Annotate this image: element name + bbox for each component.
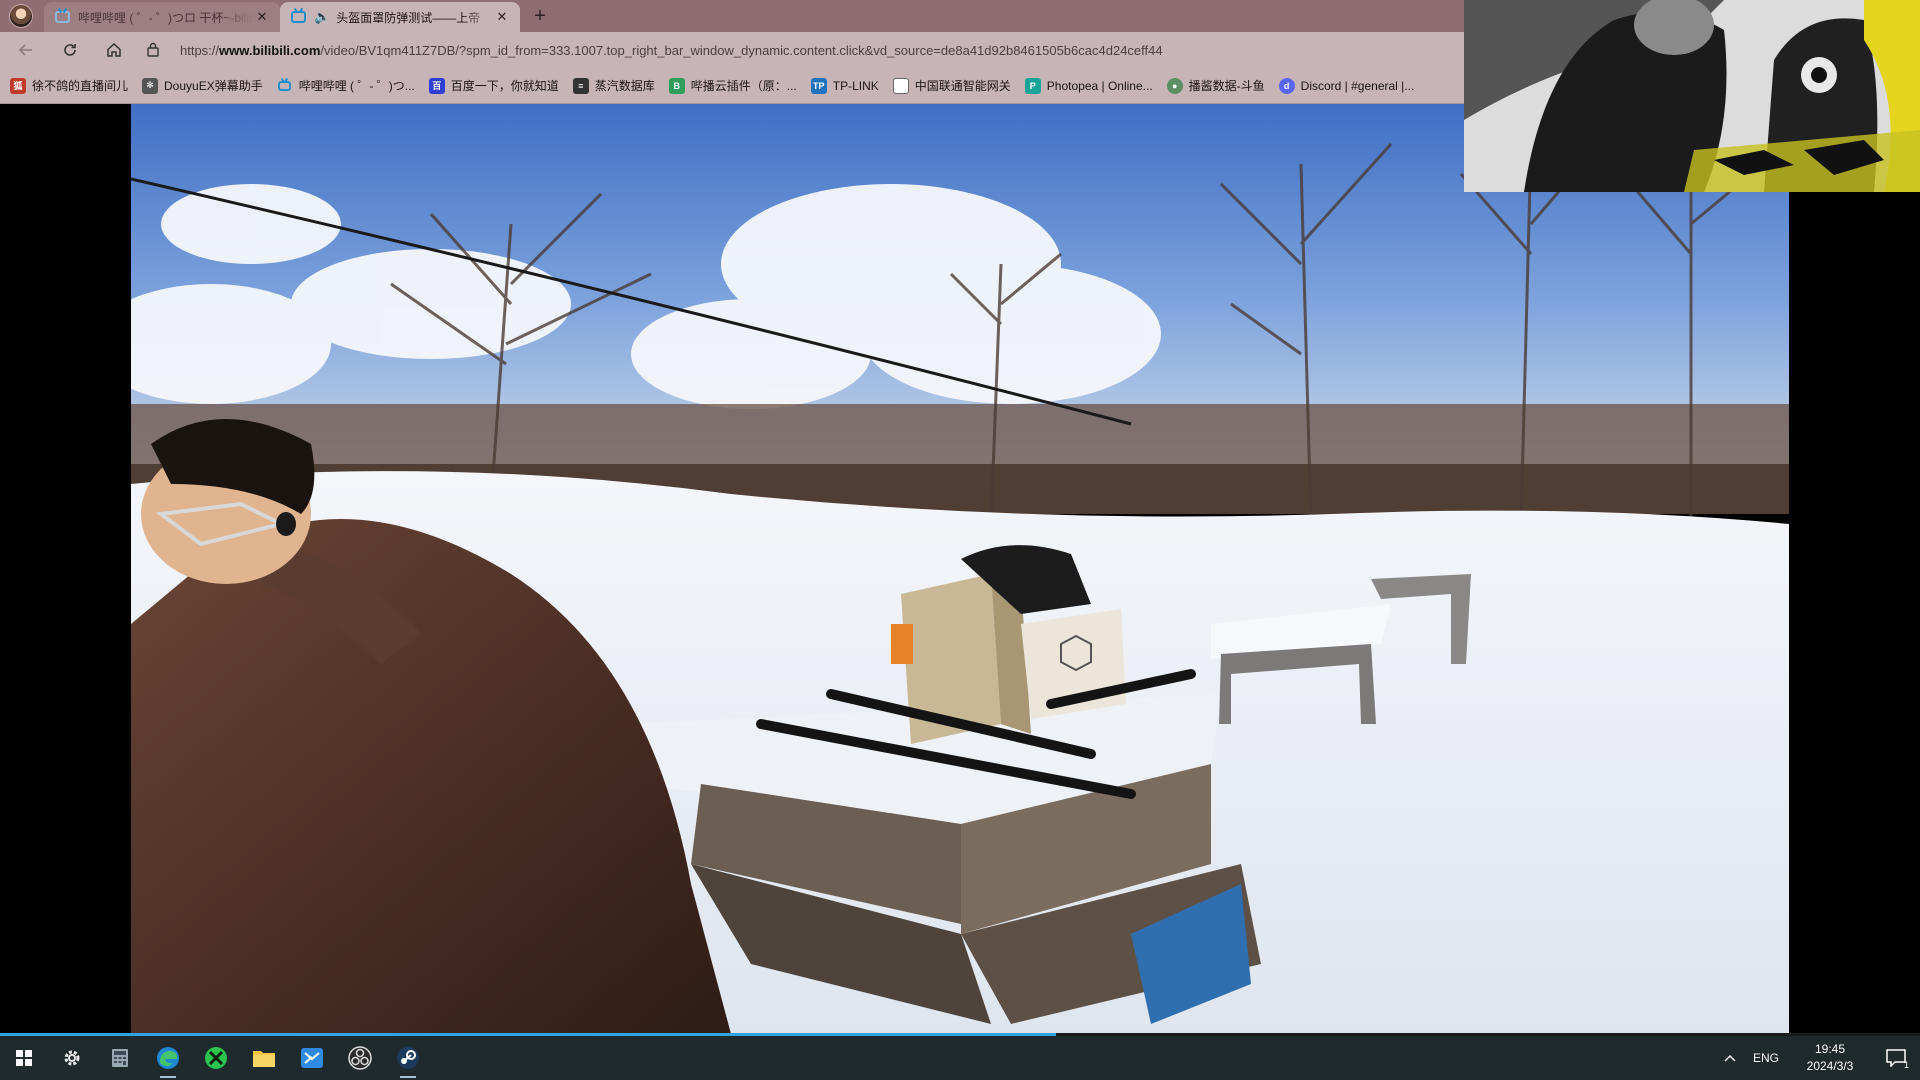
bookmark-label: 中国联通智能网关 (914, 79, 1011, 93)
back-button[interactable] (8, 35, 44, 65)
bookmark-label: 哔哩哔哩 ( ゜- ゜)つ... (298, 79, 415, 93)
home-icon (107, 42, 121, 57)
tab-video[interactable]: 🔈 头盔面罩防弹测试——上帝 ✕ (280, 2, 520, 32)
bookmark-label: DouyuEX弹幕助手 (164, 79, 263, 93)
globe-icon: ● (1166, 77, 1183, 94)
clock-time: 19:45 (1814, 1042, 1846, 1056)
reload-icon (64, 44, 76, 56)
baidu-icon: 百 (428, 77, 445, 94)
bookmark-item[interactable]: 中国联通智能网关 (892, 77, 1011, 94)
video-scene (131, 104, 1789, 1034)
wheel-icon: ✻ (142, 77, 159, 94)
database-icon: ≡ (572, 77, 589, 94)
url-host: www.bilibili.com (219, 42, 321, 58)
floating-video-overlay[interactable] (1464, 0, 1920, 192)
bookmark-item[interactable]: ● 播酱数据-斗鱼 (1166, 77, 1265, 94)
page-icon (892, 77, 909, 94)
tab-strip: 哔哩哔哩 ( ゜- ゜)つロ 干杯~-bilibili ✕ 🔈 头盔面罩防弹测试… (0, 0, 1464, 32)
file-explorer-icon[interactable] (240, 1036, 288, 1080)
url-path: /video/BV1qm411Z7DB/?spm_id_from=333.100… (320, 42, 1163, 58)
browser-toolbar: https://www.bilibili.com/video/BV1qm411Z… (0, 32, 1464, 68)
reload-button[interactable] (52, 35, 88, 65)
bookmark-label: 徐不鸽的直播间儿 (32, 79, 129, 93)
input-language[interactable]: ENG (1744, 1051, 1788, 1065)
new-tab-button[interactable]: + (526, 2, 554, 30)
notification-count: 1 (1903, 1060, 1909, 1070)
bookmarks-bar: 狐徐不鸽的直播间儿 ✻ DouyuEX弹幕助手 哔哩哔哩 ( ゜- ゜)つ... … (0, 68, 1464, 104)
bilibili-tab-icon (290, 9, 306, 25)
back-arrow-icon (18, 44, 32, 56)
bookmark-label: TP-LINK (832, 78, 879, 93)
lock-icon[interactable] (146, 41, 168, 60)
clock[interactable]: 19:45 2024/3/3 (1788, 1041, 1872, 1075)
settings-icon[interactable] (48, 1036, 96, 1080)
bookmark-item[interactable]: B 哔播云插件（原：... (668, 77, 797, 94)
show-hidden-icons-icon[interactable] (1716, 1051, 1744, 1065)
xbox-icon[interactable] (192, 1036, 240, 1080)
browser-window: 哔哩哔哩 ( ゜- ゜)つロ 干杯~-bilibili ✕ 🔈 头盔面罩防弹测试… (0, 0, 1464, 104)
taskbar: ENG 19:45 2024/3/3 1 (0, 1036, 1920, 1080)
bookmark-label: 蒸汽数据库 (594, 79, 655, 93)
home-button[interactable] (96, 35, 132, 65)
screen: 哔哩哔哩 ( ゜- ゜)つロ 干杯~-bilibili ✕ 🔈 头盔面罩防弹测试… (0, 0, 1920, 1080)
bookmark-label: Discord | #general |... (1300, 78, 1415, 93)
bookmark-label: 百度一下，你就知道 (450, 79, 559, 93)
video-player[interactable] (0, 104, 1920, 1036)
notifications-button[interactable]: 1 (1872, 1036, 1920, 1080)
bookmark-label: 播酱数据-斗鱼 (1188, 79, 1265, 93)
bookmark-item[interactable]: 狐徐不鸽的直播间儿 (10, 77, 128, 94)
video-frame[interactable] (131, 104, 1789, 1034)
bookmark-item[interactable]: 哔哩哔哩 ( ゜- ゜)つ... (277, 77, 415, 94)
bookmark-item[interactable]: TP TP-LINK (810, 77, 879, 94)
tab-title: 哔哩哔哩 ( ゜- ゜)つロ 干杯~-bilibili (78, 10, 254, 25)
address-bar[interactable]: https://www.bilibili.com/video/BV1qm411Z… (140, 35, 1456, 65)
tab-title: 头盔面罩防弹测试——上帝 (336, 10, 481, 25)
steam-icon[interactable] (384, 1036, 432, 1080)
url-scheme: https:// (180, 42, 220, 58)
photopea-icon: P (1024, 77, 1041, 94)
bookmark-item[interactable]: P Photopea | Online... (1024, 77, 1153, 94)
bookmark-item[interactable]: ≡ 蒸汽数据库 (572, 77, 655, 94)
mail-icon[interactable] (288, 1036, 336, 1080)
edge-icon[interactable] (144, 1036, 192, 1080)
fox-icon: 狐 (10, 77, 26, 94)
bookmark-label: 哔播云插件（原：... (690, 79, 797, 93)
overlay-artwork (1464, 0, 1920, 192)
tab-bilibili-home[interactable]: 哔哩哔哩 ( ゜- ゜)つロ 干杯~-bilibili ✕ (44, 2, 280, 32)
tplink-icon: TP (810, 77, 827, 94)
bookmark-item[interactable]: 百百度一下，你就知道 (428, 77, 559, 94)
bilibili-icon (277, 78, 293, 94)
avatar (9, 4, 33, 28)
clock-date: 2024/3/3 (1806, 1059, 1854, 1073)
bookmark-label: Photopea | Online... (1046, 78, 1153, 93)
bookmark-item[interactable]: ✻ DouyuEX弹幕助手 (142, 77, 263, 94)
system-tray: ENG 19:45 2024/3/3 1 (1716, 1036, 1920, 1080)
close-tab-icon[interactable]: ✕ (254, 9, 270, 25)
speaker-icon[interactable]: 🔈 (314, 9, 330, 25)
profile-button[interactable] (6, 1, 36, 31)
plugin-icon: B (668, 77, 685, 94)
windows-start-icon[interactable] (0, 1036, 48, 1080)
calculator-icon[interactable] (96, 1036, 144, 1080)
bilibili-tab-icon (54, 9, 70, 25)
obs-icon[interactable] (336, 1036, 384, 1080)
bookmark-item[interactable]: d Discord | #general |... (1278, 77, 1415, 94)
close-tab-icon[interactable]: ✕ (494, 9, 510, 25)
discord-icon: d (1278, 77, 1295, 94)
